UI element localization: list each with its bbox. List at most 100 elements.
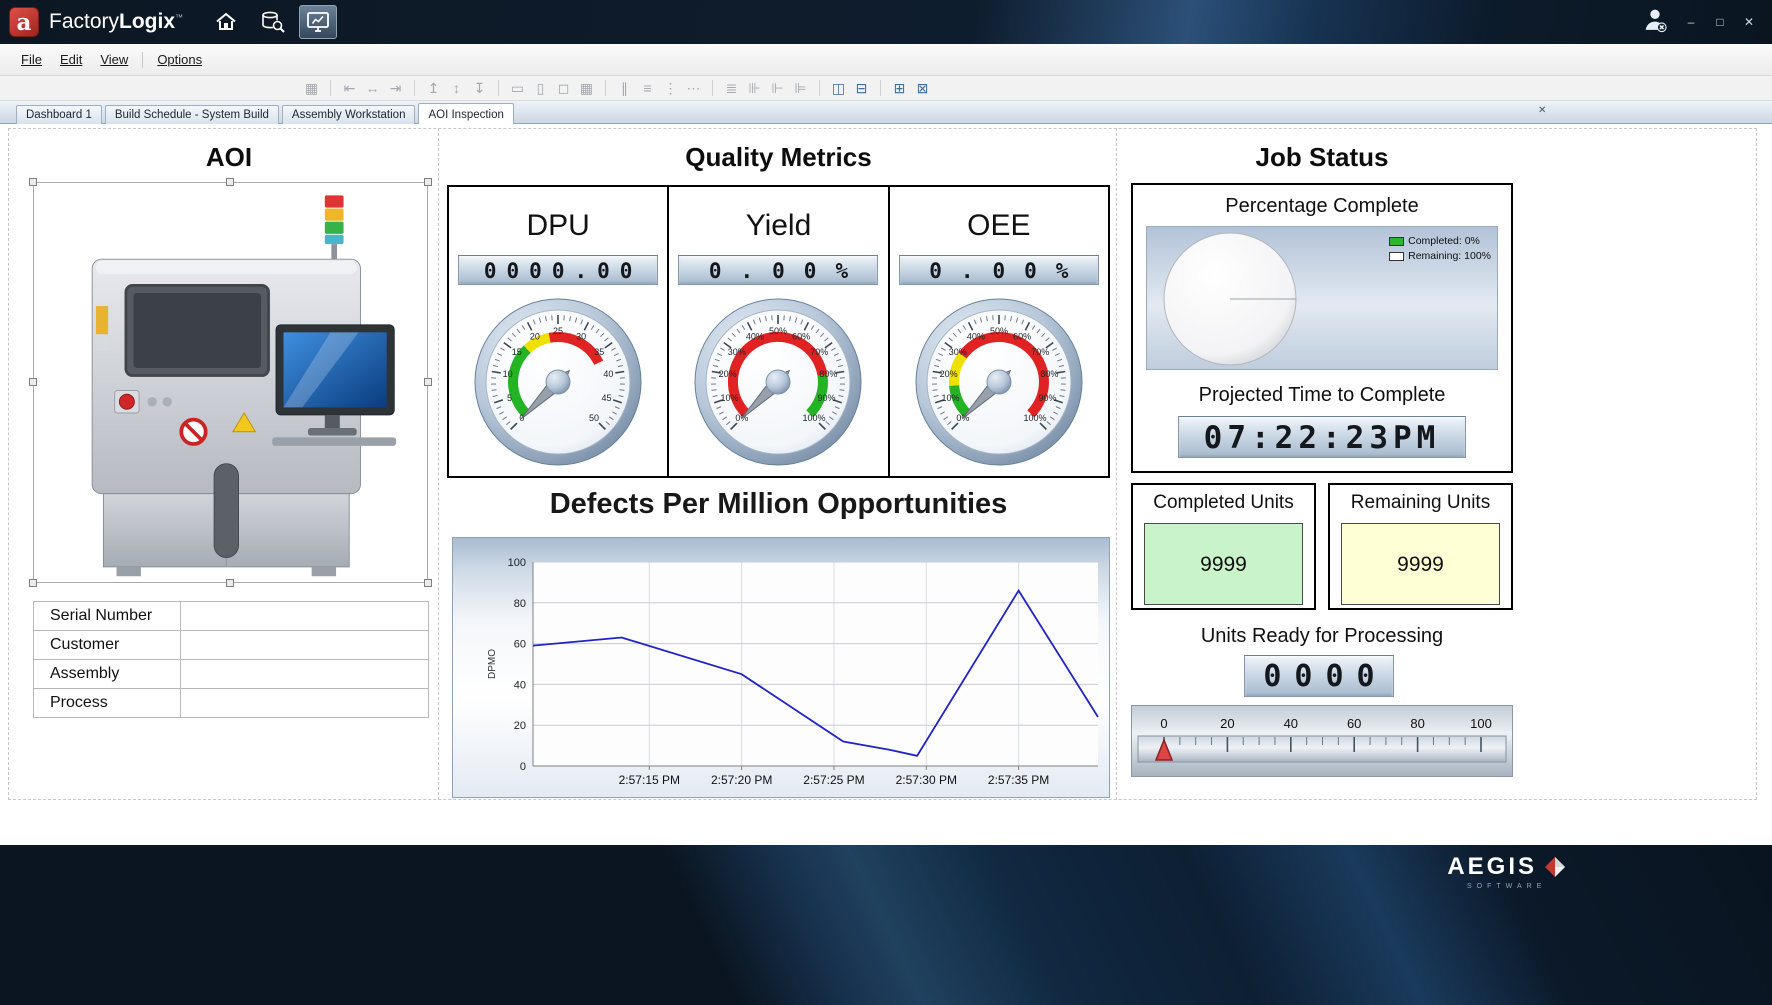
dpu-panel[interactable]: DPU 0000.00 05101520253035404550 <box>449 187 667 476</box>
align-top-icon[interactable]: ↥ <box>422 78 445 98</box>
units-linear-gauge-widget[interactable]: 020406080100 <box>1131 705 1513 777</box>
aoi-info-table[interactable]: Serial NumberCustomerAssemblyProcess <box>33 601 429 718</box>
completed-units-widget[interactable]: Completed Units 9999 <box>1131 483 1316 610</box>
svg-text:20: 20 <box>1220 716 1234 731</box>
selection-handle[interactable] <box>424 378 432 386</box>
svg-text:2:57:20 PM: 2:57:20 PM <box>711 773 772 787</box>
svg-text:40: 40 <box>514 679 526 691</box>
toolbar-separator <box>414 80 415 96</box>
selection-handle[interactable] <box>424 178 432 186</box>
svg-text:20: 20 <box>530 332 540 342</box>
svg-text:30%: 30% <box>728 347 746 357</box>
snap-to-grid-icon[interactable]: ▦ <box>300 78 323 98</box>
row-label: Process <box>34 689 181 718</box>
svg-text:60%: 60% <box>1013 332 1031 342</box>
selection-handle[interactable] <box>29 378 37 386</box>
align-right-icon[interactable]: ⇥ <box>384 78 407 98</box>
svg-text:100: 100 <box>1470 716 1492 731</box>
svg-text:5: 5 <box>507 393 512 403</box>
dpmo-chart-widget[interactable]: 2:57:15 PM2:57:20 PM2:57:25 PM2:57:30 PM… <box>452 537 1110 798</box>
dashboard-canvas[interactable]: AOI <box>0 124 1772 845</box>
tab-aoi-inspection[interactable]: AOI Inspection <box>418 103 513 124</box>
svg-text:80%: 80% <box>820 369 838 379</box>
svg-text:2:57:30 PM: 2:57:30 PM <box>896 773 957 787</box>
same-width-icon[interactable]: ▭ <box>506 78 529 98</box>
send-to-back-icon[interactable]: ⊠ <box>911 78 934 98</box>
svg-text:30%: 30% <box>949 347 967 357</box>
aoi-machine-widget[interactable] <box>33 182 428 583</box>
quality-gauges-panel: DPU 0000.00 05101520253035404550 Yield 0… <box>447 185 1110 478</box>
h-spacing-equal-icon[interactable]: ∥ <box>613 78 636 98</box>
v-spacing-equal-icon[interactable]: ≣ <box>720 78 743 98</box>
svg-text:20%: 20% <box>719 369 737 379</box>
same-height-icon[interactable]: ▯ <box>529 78 552 98</box>
aoi-info-table-body: Serial NumberCustomerAssemblyProcess <box>34 602 429 718</box>
completed-units-value: 9999 <box>1144 523 1303 605</box>
close-button[interactable]: ✕ <box>1742 15 1756 29</box>
same-size-icon[interactable]: ◻ <box>552 78 575 98</box>
percentage-complete-widget[interactable]: Percentage Complete Completed: 0% Remain… <box>1131 183 1513 473</box>
h-spacing-remove-icon[interactable]: ⋯ <box>682 78 705 98</box>
yield-display: 0.00% <box>678 255 878 285</box>
dashboard-designer-icon[interactable] <box>299 5 337 39</box>
database-search-icon[interactable] <box>253 5 291 39</box>
remaining-units-widget[interactable]: Remaining Units 9999 <box>1328 483 1513 610</box>
selection-handle[interactable] <box>226 579 234 587</box>
maximize-button[interactable]: □ <box>1713 15 1727 29</box>
row-value <box>181 689 429 718</box>
svg-text:80: 80 <box>1410 716 1424 731</box>
tab-dashboard-1[interactable]: Dashboard 1 <box>16 105 102 124</box>
align-left-icon[interactable]: ⇤ <box>338 78 361 98</box>
completed-units-title: Completed Units <box>1133 492 1314 514</box>
footer-bar: AEGIS SOFTWARE <box>0 845 1772 1005</box>
tab-build-schedule-system-build[interactable]: Build Schedule - System Build <box>105 105 279 124</box>
menu-file[interactable]: File <box>12 48 51 71</box>
svg-text:70%: 70% <box>1031 347 1049 357</box>
toolbar-separator <box>880 80 881 96</box>
svg-text:80: 80 <box>514 598 526 610</box>
svg-text:70%: 70% <box>811 347 829 357</box>
svg-text:10%: 10% <box>721 393 739 403</box>
align-middle-icon[interactable]: ↕ <box>445 78 468 98</box>
menu-separator <box>142 52 143 68</box>
units-ready-display[interactable]: 0000 <box>1244 655 1394 697</box>
tab-assembly-workstation[interactable]: Assembly Workstation <box>282 105 416 124</box>
oee-display: 0.00% <box>899 255 1099 285</box>
user-account-icon[interactable] <box>1641 6 1669 38</box>
tab-close-icon[interactable]: ✕ <box>1538 105 1546 116</box>
menu-view[interactable]: View <box>91 48 137 71</box>
yield-panel[interactable]: Yield 0.00% 0%10%20%30%40%50%60%70%80%90… <box>667 187 887 476</box>
v-spacing-increase-icon[interactable]: ⊪ <box>743 78 766 98</box>
home-icon[interactable] <box>207 5 245 39</box>
selection-handle[interactable] <box>29 579 37 587</box>
align-bottom-icon[interactable]: ↧ <box>468 78 491 98</box>
center-horizontal-icon[interactable]: ◫ <box>827 78 850 98</box>
h-spacing-decrease-icon[interactable]: ⋮ <box>659 78 682 98</box>
oee-panel[interactable]: OEE 0.00% 0%10%20%30%40%50%60%70%80%90%1… <box>888 187 1108 476</box>
selection-handle[interactable] <box>424 579 432 587</box>
menu-edit[interactable]: Edit <box>51 48 91 71</box>
v-spacing-remove-icon[interactable]: ⊫ <box>789 78 812 98</box>
size-to-grid-icon[interactable]: ▦ <box>575 78 598 98</box>
table-row: Customer <box>34 631 429 660</box>
toolbar-separator <box>819 80 820 96</box>
svg-text:0: 0 <box>1160 716 1167 731</box>
svg-text:90%: 90% <box>818 393 836 403</box>
bring-to-front-icon[interactable]: ⊞ <box>888 78 911 98</box>
oee-gauge: 0%10%20%30%40%50%60%70%80%90%100% <box>914 297 1084 472</box>
svg-text:40%: 40% <box>967 332 985 342</box>
align-center-icon[interactable]: ↔ <box>361 78 384 98</box>
center-vertical-icon[interactable]: ⊟ <box>850 78 873 98</box>
menu-options[interactable]: Options <box>148 48 211 71</box>
svg-text:45: 45 <box>602 393 612 403</box>
toolbar-separator <box>712 80 713 96</box>
minimize-button[interactable]: – <box>1684 15 1698 29</box>
toolbar-separator <box>605 80 606 96</box>
aegis-logo-subtext: SOFTWARE <box>1447 883 1566 890</box>
v-spacing-decrease-icon[interactable]: ⊩ <box>766 78 789 98</box>
selection-handle[interactable] <box>226 178 234 186</box>
window-controls: – □ ✕ <box>1641 6 1756 38</box>
h-spacing-increase-icon[interactable]: ≡ <box>636 78 659 98</box>
factorylogix-logo-icon: a <box>9 7 39 37</box>
selection-handle[interactable] <box>29 178 37 186</box>
